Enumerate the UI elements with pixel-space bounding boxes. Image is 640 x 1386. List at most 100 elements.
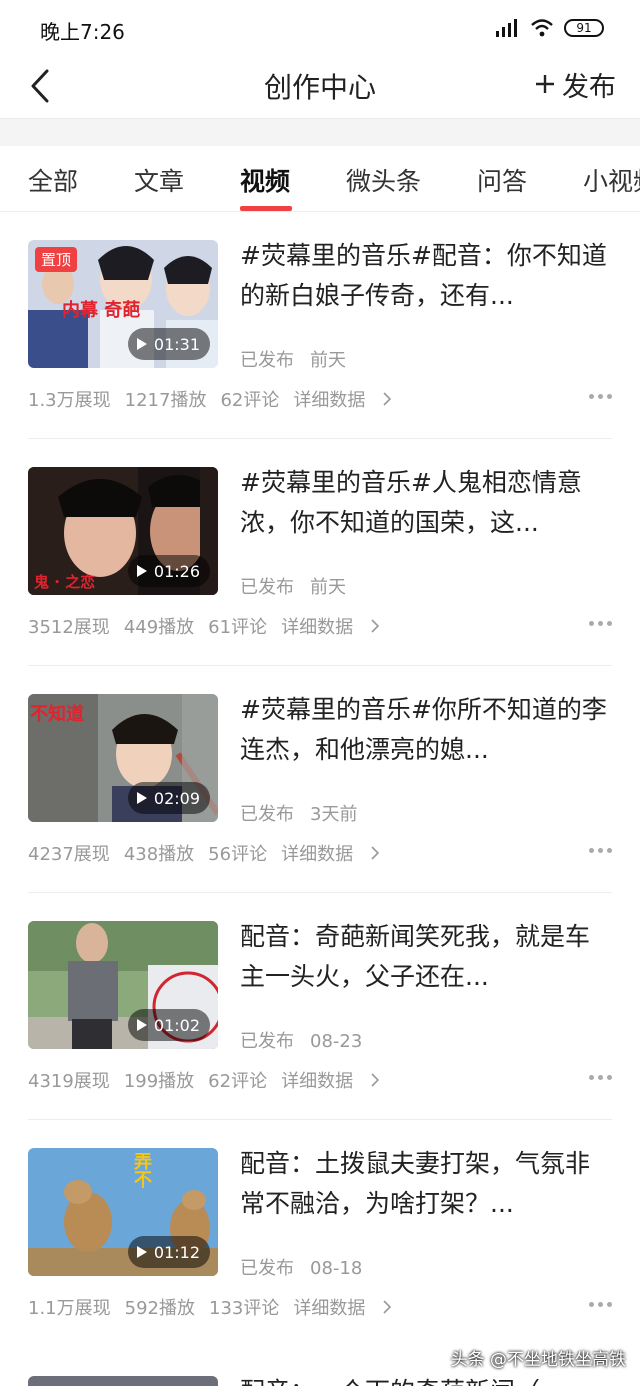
detail-data-label: 详细数据: [293, 1298, 366, 1319]
chevron-right-icon: [371, 846, 380, 860]
more-options-button[interactable]: [589, 1302, 612, 1307]
video-thumbnail[interactable]: 置顶 内幕 奇葩 01:31: [28, 240, 218, 368]
video-title[interactable]: 配音：土拨鼠夫妻打架，气氛非常不融洽，为啥打架？...: [240, 1144, 612, 1224]
chevron-right-icon: [371, 1073, 380, 1087]
more-dots-icon: [589, 848, 594, 853]
tab-bar: 全部 文章 视频 微头条 问答 小视频: [0, 146, 640, 212]
tab-all[interactable]: 全部: [28, 162, 78, 198]
plays-count: 449播放: [123, 617, 195, 638]
pinned-badge: 置顶: [35, 247, 78, 272]
plays-count: 438播放: [123, 844, 195, 865]
video-thumbnail[interactable]: 01:02: [28, 921, 218, 1049]
video-title[interactable]: 配音：一个下的奇葩新闻（: [240, 1372, 540, 1386]
video-thumbnail[interactable]: 不知道 02:09: [28, 694, 218, 822]
status-bar: 晚上7:26 91: [0, 0, 640, 56]
plays-count: 199播放: [123, 1071, 195, 1092]
video-title[interactable]: #荧幕里的音乐#你所不知道的李连杰，和他漂亮的媳...: [240, 690, 612, 770]
plays-count: 1217播放: [124, 390, 207, 411]
publish-time: 08-18: [310, 1258, 363, 1279]
duration-text: 01:26: [153, 561, 200, 581]
signal-icon: [496, 19, 517, 37]
publish-status: 已发布: [240, 1031, 294, 1052]
video-title[interactable]: #荧幕里的音乐#配音：你不知道的新白娘子传奇，还有...: [240, 236, 612, 316]
video-thumbnail[interactable]: 鬼 · 之恋 01:26: [28, 467, 218, 595]
video-thumbnail[interactable]: [28, 1376, 218, 1386]
publish-meta: 已发布 前天: [240, 573, 346, 599]
duration-badge: 01:26: [127, 555, 210, 587]
detail-data-link[interactable]: 详细数据: [281, 840, 380, 866]
more-options-button[interactable]: [589, 394, 612, 399]
more-options-button[interactable]: [589, 1075, 612, 1080]
comments-count: 61评论: [208, 617, 268, 638]
list-item: 01:02 配音：奇葩新闻笑死我，就是车主一头火，父子还在... 已发布 08-2…: [0, 893, 640, 1120]
tab-qa[interactable]: 问答: [477, 162, 527, 198]
more-options-button[interactable]: [589, 621, 612, 626]
list-item: 置顶 内幕 奇葩 01:31 #荧幕里的音乐#配音：你不知道的新白娘子传奇，还有…: [0, 212, 640, 439]
divider-band: [0, 118, 640, 146]
video-stats: 1.3万展现 1217播放 62评论 详细数据: [28, 386, 392, 412]
publish-meta: 已发布 08-18: [240, 1254, 362, 1280]
tab-short-videos[interactable]: 小视频: [583, 162, 640, 198]
chevron-right-icon: [383, 1300, 392, 1314]
play-icon: [136, 565, 147, 577]
detail-data-link[interactable]: 详细数据: [293, 1294, 392, 1320]
thumbnail-overlay-text: 弄不: [131, 1152, 152, 1188]
more-dots-icon: [589, 1075, 594, 1080]
list-item: 不知道 02:09 #荧幕里的音乐#你所不知道的李连杰，和他漂亮的媳... 已发…: [0, 666, 640, 893]
video-stats: 1.1万展现 592播放 133评论 详细数据: [28, 1294, 392, 1320]
battery-indicator: 91: [564, 19, 604, 37]
impressions-count: 4237展现: [28, 844, 110, 865]
detail-data-link[interactable]: 详细数据: [293, 386, 392, 412]
impressions-count: 3512展现: [28, 617, 110, 638]
video-title[interactable]: 配音：奇葩新闻笑死我，就是车主一头火，父子还在...: [240, 917, 612, 997]
play-icon: [136, 338, 147, 350]
tab-videos[interactable]: 视频: [240, 162, 290, 198]
chevron-left-icon: [31, 69, 49, 103]
video-stats: 4319展现 199播放 62评论 详细数据: [28, 1067, 380, 1093]
publish-button[interactable]: 发布: [534, 66, 616, 103]
duration-text: 01:02: [153, 1015, 200, 1035]
detail-data-link[interactable]: 详细数据: [281, 1067, 380, 1093]
more-options-button[interactable]: [589, 848, 612, 853]
chevron-right-icon: [383, 392, 392, 406]
status-time: 晚上7:26: [40, 20, 125, 44]
play-icon: [136, 792, 147, 804]
detail-data-label: 详细数据: [281, 844, 354, 865]
nav-bar: 创作中心 发布: [0, 56, 640, 116]
plus-icon: [536, 75, 554, 93]
impressions-count: 4319展现: [28, 1071, 110, 1092]
more-dots-icon: [589, 621, 594, 626]
impressions-count: 1.3万展现: [28, 390, 111, 411]
tab-articles[interactable]: 文章: [134, 162, 184, 198]
thumbnail-overlay-text: 内幕 奇葩: [62, 300, 141, 321]
video-stats: 3512展现 449播放 61评论 详细数据: [28, 613, 380, 639]
video-list: 置顶 内幕 奇葩 01:31 #荧幕里的音乐#配音：你不知道的新白娘子传奇，还有…: [0, 212, 640, 1347]
detail-data-link[interactable]: 详细数据: [281, 613, 380, 639]
list-item: 弄不 01:12 配音：土拨鼠夫妻打架，气氛非常不融洽，为啥打架？... 已发布…: [0, 1120, 640, 1347]
tab-micro-posts[interactable]: 微头条: [346, 162, 421, 198]
video-thumbnail[interactable]: 弄不 01:12: [28, 1148, 218, 1276]
video-title[interactable]: #荧幕里的音乐#人鬼相恋情意浓，你不知道的国荣，这...: [240, 463, 612, 543]
publish-time: 前天: [310, 577, 346, 598]
watermark: 头条 @不坐地铁坐高铁: [450, 1350, 626, 1370]
play-icon: [136, 1019, 147, 1031]
detail-data-label: 详细数据: [293, 390, 366, 411]
publish-status: 已发布: [240, 577, 294, 598]
back-button[interactable]: [20, 62, 60, 110]
duration-text: 01:12: [153, 1242, 200, 1262]
publish-status: 已发布: [240, 804, 294, 825]
impressions-count: 1.1万展现: [28, 1298, 111, 1319]
duration-text: 02:09: [153, 788, 200, 808]
publish-time: 前天: [310, 350, 346, 371]
play-icon: [136, 1246, 147, 1258]
duration-badge: 01:31: [127, 328, 210, 360]
publish-time: 08-23: [310, 1031, 363, 1052]
comments-count: 62评论: [208, 1071, 268, 1092]
status-icons: 91: [494, 16, 604, 40]
comments-count: 56评论: [208, 844, 268, 865]
publish-status: 已发布: [240, 350, 294, 371]
active-tab-indicator: [240, 206, 292, 211]
duration-badge: 01:12: [127, 1236, 210, 1268]
publish-meta: 已发布 前天: [240, 346, 346, 372]
publish-meta: 已发布 3天前: [240, 800, 357, 826]
